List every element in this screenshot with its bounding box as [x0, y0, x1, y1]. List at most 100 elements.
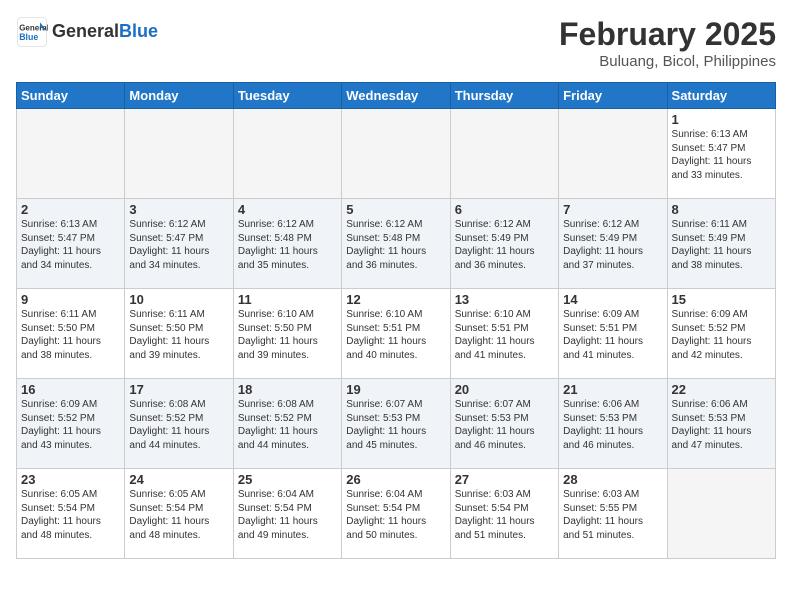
day-info: Sunrise: 6:12 AM Sunset: 5:48 PM Dayligh…: [238, 218, 337, 272]
day-info: Sunrise: 6:05 AM Sunset: 5:54 PM Dayligh…: [129, 488, 228, 542]
calendar-day-cell: 9Sunrise: 6:11 AM Sunset: 5:50 PM Daylig…: [17, 289, 125, 379]
calendar-day-cell: 16Sunrise: 6:09 AM Sunset: 5:52 PM Dayli…: [17, 379, 125, 469]
day-number: 26: [346, 472, 445, 487]
calendar-day-cell: 11Sunrise: 6:10 AM Sunset: 5:50 PM Dayli…: [233, 289, 341, 379]
day-info: Sunrise: 6:11 AM Sunset: 5:49 PM Dayligh…: [672, 218, 771, 272]
page-title: February 2025: [559, 16, 776, 53]
svg-text:Blue: Blue: [19, 32, 38, 42]
day-number: 20: [455, 382, 554, 397]
calendar-day-cell: 20Sunrise: 6:07 AM Sunset: 5:53 PM Dayli…: [450, 379, 558, 469]
day-number: 27: [455, 472, 554, 487]
title-block: February 2025 Buluang, Bicol, Philippine…: [559, 16, 776, 70]
calendar-week-row: 9Sunrise: 6:11 AM Sunset: 5:50 PM Daylig…: [17, 289, 776, 379]
calendar-day-cell: 4Sunrise: 6:12 AM Sunset: 5:48 PM Daylig…: [233, 199, 341, 289]
calendar-day-cell: [450, 109, 558, 199]
day-info: Sunrise: 6:03 AM Sunset: 5:54 PM Dayligh…: [455, 488, 554, 542]
day-number: 9: [21, 292, 120, 307]
calendar-day-cell: 24Sunrise: 6:05 AM Sunset: 5:54 PM Dayli…: [125, 469, 233, 559]
calendar-day-cell: 15Sunrise: 6:09 AM Sunset: 5:52 PM Dayli…: [667, 289, 775, 379]
calendar-day-cell: 14Sunrise: 6:09 AM Sunset: 5:51 PM Dayli…: [559, 289, 667, 379]
weekday-header-wednesday: Wednesday: [342, 83, 450, 109]
day-info: Sunrise: 6:09 AM Sunset: 5:51 PM Dayligh…: [563, 308, 662, 362]
day-number: 8: [672, 202, 771, 217]
weekday-header-friday: Friday: [559, 83, 667, 109]
calendar-week-row: 16Sunrise: 6:09 AM Sunset: 5:52 PM Dayli…: [17, 379, 776, 469]
weekday-header-saturday: Saturday: [667, 83, 775, 109]
day-info: Sunrise: 6:12 AM Sunset: 5:48 PM Dayligh…: [346, 218, 445, 272]
day-number: 11: [238, 292, 337, 307]
day-info: Sunrise: 6:10 AM Sunset: 5:51 PM Dayligh…: [455, 308, 554, 362]
calendar-day-cell: [125, 109, 233, 199]
calendar-day-cell: 10Sunrise: 6:11 AM Sunset: 5:50 PM Dayli…: [125, 289, 233, 379]
day-info: Sunrise: 6:13 AM Sunset: 5:47 PM Dayligh…: [672, 128, 771, 182]
day-info: Sunrise: 6:09 AM Sunset: 5:52 PM Dayligh…: [672, 308, 771, 362]
day-number: 16: [21, 382, 120, 397]
day-info: Sunrise: 6:08 AM Sunset: 5:52 PM Dayligh…: [238, 398, 337, 452]
calendar-week-row: 1Sunrise: 6:13 AM Sunset: 5:47 PM Daylig…: [17, 109, 776, 199]
day-number: 24: [129, 472, 228, 487]
calendar-day-cell: 28Sunrise: 6:03 AM Sunset: 5:55 PM Dayli…: [559, 469, 667, 559]
day-number: 5: [346, 202, 445, 217]
day-info: Sunrise: 6:12 AM Sunset: 5:49 PM Dayligh…: [563, 218, 662, 272]
day-info: Sunrise: 6:04 AM Sunset: 5:54 PM Dayligh…: [238, 488, 337, 542]
calendar-day-cell: 6Sunrise: 6:12 AM Sunset: 5:49 PM Daylig…: [450, 199, 558, 289]
day-info: Sunrise: 6:06 AM Sunset: 5:53 PM Dayligh…: [672, 398, 771, 452]
logo-blue-text: Blue: [119, 21, 158, 41]
day-number: 21: [563, 382, 662, 397]
calendar-day-cell: 27Sunrise: 6:03 AM Sunset: 5:54 PM Dayli…: [450, 469, 558, 559]
day-info: Sunrise: 6:11 AM Sunset: 5:50 PM Dayligh…: [21, 308, 120, 362]
calendar-day-cell: 21Sunrise: 6:06 AM Sunset: 5:53 PM Dayli…: [559, 379, 667, 469]
calendar-day-cell: 2Sunrise: 6:13 AM Sunset: 5:47 PM Daylig…: [17, 199, 125, 289]
calendar-day-cell: [342, 109, 450, 199]
day-number: 28: [563, 472, 662, 487]
day-info: Sunrise: 6:06 AM Sunset: 5:53 PM Dayligh…: [563, 398, 662, 452]
day-info: Sunrise: 6:12 AM Sunset: 5:47 PM Dayligh…: [129, 218, 228, 272]
calendar-day-cell: 22Sunrise: 6:06 AM Sunset: 5:53 PM Dayli…: [667, 379, 775, 469]
logo-general-text: General: [52, 21, 119, 41]
day-info: Sunrise: 6:03 AM Sunset: 5:55 PM Dayligh…: [563, 488, 662, 542]
day-number: 17: [129, 382, 228, 397]
day-info: Sunrise: 6:13 AM Sunset: 5:47 PM Dayligh…: [21, 218, 120, 272]
calendar-day-cell: [233, 109, 341, 199]
calendar-day-cell: 12Sunrise: 6:10 AM Sunset: 5:51 PM Dayli…: [342, 289, 450, 379]
logo-icon: General Blue: [16, 16, 48, 48]
day-number: 1: [672, 112, 771, 127]
calendar-day-cell: 3Sunrise: 6:12 AM Sunset: 5:47 PM Daylig…: [125, 199, 233, 289]
calendar-table: SundayMondayTuesdayWednesdayThursdayFrid…: [16, 82, 776, 559]
day-number: 15: [672, 292, 771, 307]
day-info: Sunrise: 6:09 AM Sunset: 5:52 PM Dayligh…: [21, 398, 120, 452]
day-number: 4: [238, 202, 337, 217]
day-number: 14: [563, 292, 662, 307]
day-number: 3: [129, 202, 228, 217]
weekday-header-row: SundayMondayTuesdayWednesdayThursdayFrid…: [17, 83, 776, 109]
calendar-day-cell: 1Sunrise: 6:13 AM Sunset: 5:47 PM Daylig…: [667, 109, 775, 199]
day-number: 23: [21, 472, 120, 487]
calendar-day-cell: [559, 109, 667, 199]
day-number: 6: [455, 202, 554, 217]
day-info: Sunrise: 6:11 AM Sunset: 5:50 PM Dayligh…: [129, 308, 228, 362]
calendar-day-cell: 8Sunrise: 6:11 AM Sunset: 5:49 PM Daylig…: [667, 199, 775, 289]
logo: General Blue GeneralBlue: [16, 16, 158, 48]
calendar-day-cell: [667, 469, 775, 559]
day-info: Sunrise: 6:08 AM Sunset: 5:52 PM Dayligh…: [129, 398, 228, 452]
day-number: 7: [563, 202, 662, 217]
day-info: Sunrise: 6:07 AM Sunset: 5:53 PM Dayligh…: [346, 398, 445, 452]
day-info: Sunrise: 6:10 AM Sunset: 5:50 PM Dayligh…: [238, 308, 337, 362]
weekday-header-thursday: Thursday: [450, 83, 558, 109]
day-number: 19: [346, 382, 445, 397]
calendar-week-row: 23 Sunrise: 6:05 AM Sunset: 5:54 PM Dayli…: [17, 469, 776, 559]
calendar-week-row: 2Sunrise: 6:13 AM Sunset: 5:47 PM Daylig…: [17, 199, 776, 289]
day-number: 13: [455, 292, 554, 307]
page-header: General Blue GeneralBlue February 2025 B…: [16, 16, 776, 70]
calendar-day-cell: 17Sunrise: 6:08 AM Sunset: 5:52 PM Dayli…: [125, 379, 233, 469]
day-number: 12: [346, 292, 445, 307]
day-info: Sunrise: 6:07 AM Sunset: 5:53 PM Dayligh…: [455, 398, 554, 452]
weekday-header-sunday: Sunday: [17, 83, 125, 109]
calendar-day-cell: [17, 109, 125, 199]
calendar-day-cell: 7Sunrise: 6:12 AM Sunset: 5:49 PM Daylig…: [559, 199, 667, 289]
calendar-day-cell: 5Sunrise: 6:12 AM Sunset: 5:48 PM Daylig…: [342, 199, 450, 289]
day-number: 2: [21, 202, 120, 217]
day-number: 25: [238, 472, 337, 487]
calendar-day-cell: 23Sunrise: 6:05 AM Sunset: 5:54 PM Dayli…: [17, 469, 125, 559]
calendar-day-cell: 25Sunrise: 6:04 AM Sunset: 5:54 PM Dayli…: [233, 469, 341, 559]
